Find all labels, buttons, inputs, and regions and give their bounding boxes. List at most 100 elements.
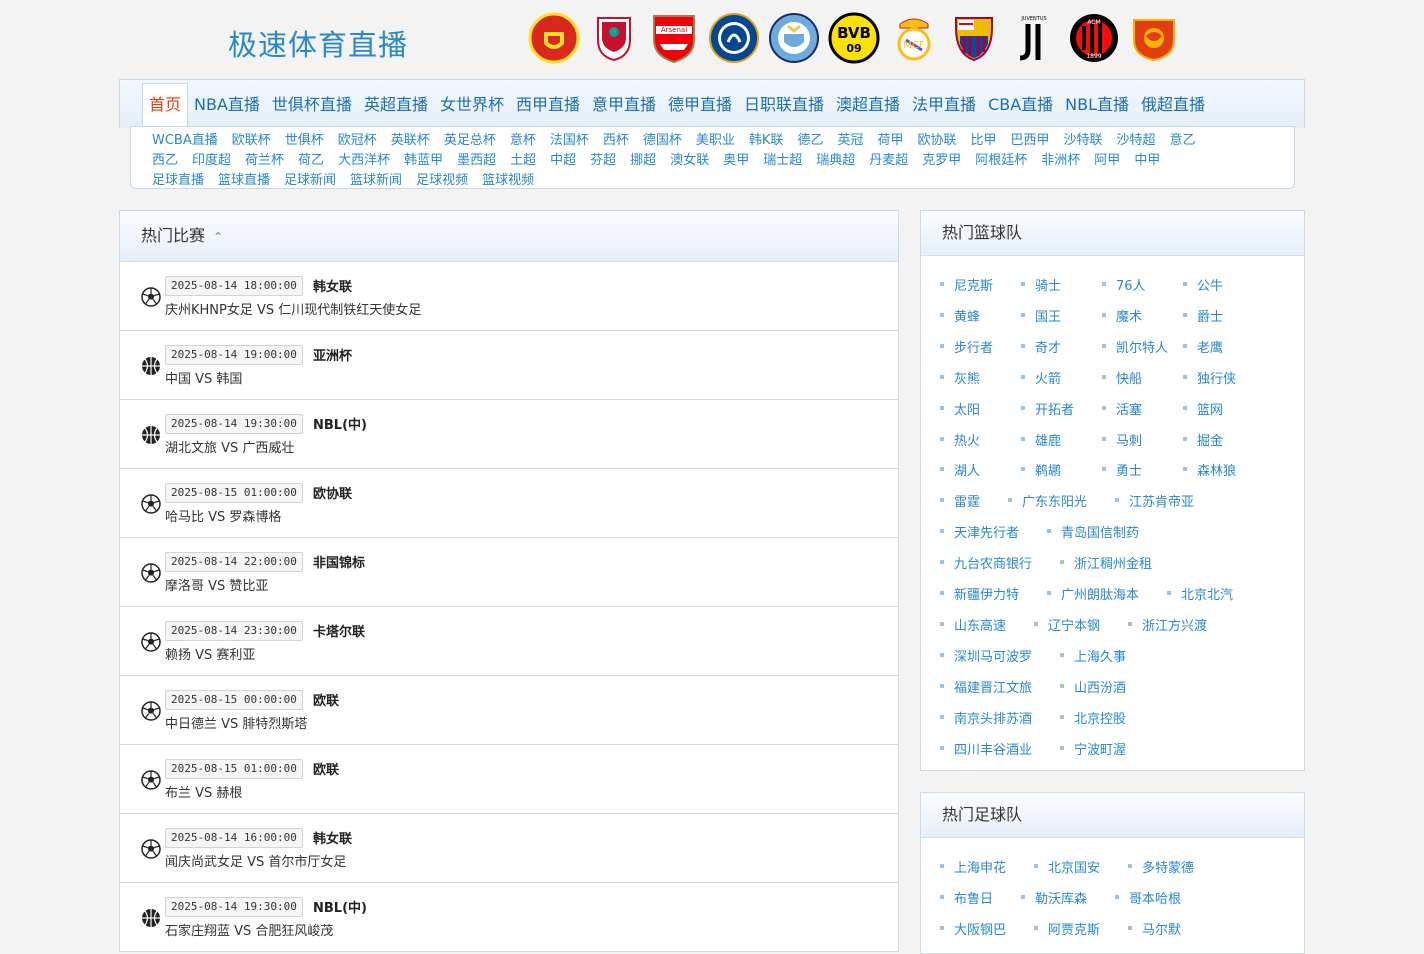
nav-sub-link[interactable]: 足球视频: [416, 169, 468, 188]
team-link[interactable]: 深圳马可波罗: [940, 646, 1032, 665]
nav-item[interactable]: 首页: [142, 83, 189, 128]
team-link[interactable]: 灰熊: [940, 368, 980, 387]
match-teams[interactable]: 布兰 VS 赫根: [165, 782, 242, 801]
juventus-logo[interactable]: JUVENTUS: [1007, 11, 1061, 65]
match-row[interactable]: 2025-08-15 01:00:00 欧协联 哈马比 VS 罗森博格: [120, 469, 898, 538]
nav-item[interactable]: 世俱杯直播: [266, 84, 358, 126]
team-link[interactable]: 雄鹿: [1021, 430, 1061, 449]
team-link[interactable]: 上海申花: [940, 857, 1006, 876]
nav-sub-link[interactable]: 墨西超: [457, 149, 496, 168]
nav-sub-link[interactable]: 中甲: [1134, 149, 1160, 168]
team-link[interactable]: 南京头排苏酒: [940, 708, 1032, 727]
team-link[interactable]: 热火: [940, 430, 980, 449]
match-teams[interactable]: 石家庄翔蓝 VS 合肥狂风峻茂: [165, 920, 333, 939]
nav-sub-link[interactable]: 篮球新闻: [350, 169, 402, 188]
team-link[interactable]: 鹈鹕: [1021, 460, 1061, 479]
team-link[interactable]: 浙江方兴渡: [1128, 615, 1207, 634]
nav-sub-link[interactable]: 土超: [510, 149, 536, 168]
team-link[interactable]: 森林狼: [1183, 460, 1236, 479]
team-link[interactable]: 青岛国信制药: [1047, 522, 1139, 541]
match-row[interactable]: 2025-08-14 19:30:00 NBL(中) 湖北文旅 VS 广西威壮: [120, 400, 898, 469]
match-row[interactable]: 2025-08-14 19:00:00 亚洲杯 中国 VS 韩国: [120, 331, 898, 400]
team-link[interactable]: 火箭: [1021, 368, 1061, 387]
team-link[interactable]: 尼克斯: [940, 275, 993, 294]
team-link[interactable]: 步行者: [940, 337, 993, 356]
team-link[interactable]: 快船: [1102, 368, 1142, 387]
team-link[interactable]: 北京北汽: [1167, 584, 1233, 603]
team-link[interactable]: 掘金: [1183, 430, 1223, 449]
match-teams[interactable]: 哈马比 VS 罗森博格: [165, 506, 281, 525]
nav-item[interactable]: 澳超直播: [830, 84, 906, 126]
team-link[interactable]: 江苏肯帝亚: [1115, 491, 1194, 510]
nav-sub-link[interactable]: 克罗甲: [922, 149, 961, 168]
match-teams[interactable]: 中国 VS 韩国: [165, 368, 242, 387]
nav-item[interactable]: 俄超直播: [1135, 84, 1211, 126]
nav-sub-link[interactable]: 英足总杯: [444, 129, 496, 148]
match-teams[interactable]: 湖北文旅 VS 广西威壮: [165, 437, 294, 456]
manchester-city-logo[interactable]: [767, 11, 821, 65]
nav-sub-link[interactable]: 德乙: [797, 129, 823, 148]
nav-item[interactable]: 英超直播: [358, 84, 434, 126]
team-link[interactable]: 广东东阳光: [1008, 491, 1087, 510]
team-link[interactable]: 太阳: [940, 399, 980, 418]
nav-sub-link[interactable]: 巴西甲: [1011, 129, 1050, 148]
chelsea-logo[interactable]: [707, 11, 761, 65]
match-teams[interactable]: 中日德兰 VS 腓特烈斯塔: [165, 713, 307, 732]
team-link[interactable]: 辽宁本钢: [1034, 615, 1100, 634]
team-link[interactable]: 魔术: [1102, 306, 1142, 325]
nav-sub-link[interactable]: 西乙: [152, 149, 178, 168]
nav-sub-link[interactable]: 丹麦超: [869, 149, 908, 168]
nav-sub-link[interactable]: 芬超: [590, 149, 616, 168]
nav-sub-link[interactable]: 篮球视频: [482, 169, 534, 188]
nav-sub-link[interactable]: 奥甲: [723, 149, 749, 168]
team-link[interactable]: 福建晋江文旅: [940, 677, 1032, 696]
nav-item[interactable]: CBA直播: [982, 84, 1059, 126]
team-link[interactable]: 篮网: [1183, 399, 1223, 418]
team-link[interactable]: 凯尔特人: [1102, 337, 1168, 356]
nav-sub-link[interactable]: 欧冠杯: [338, 129, 377, 148]
nav-sub-link[interactable]: 欧联杯: [232, 129, 271, 148]
site-title[interactable]: 极速体育直播: [228, 22, 408, 64]
nav-sub-link[interactable]: 篮球直播: [218, 169, 270, 188]
nav-sub-link[interactable]: 法国杯: [550, 129, 589, 148]
team-link[interactable]: 浙江稠州金租: [1060, 553, 1152, 572]
match-row[interactable]: 2025-08-14 18:00:00 韩女联 庆州KHNP女足 VS 仁川现代制铁…: [120, 262, 898, 331]
nav-sub-link[interactable]: 意乙: [1170, 129, 1196, 148]
team-link[interactable]: 上海久事: [1060, 646, 1126, 665]
nav-sub-link[interactable]: 意杯: [510, 129, 536, 148]
team-link[interactable]: 山东高速: [940, 615, 1006, 634]
nav-sub-link[interactable]: 西杯: [603, 129, 629, 148]
team-link[interactable]: 多特蒙德: [1128, 857, 1194, 876]
team-link[interactable]: 开拓者: [1021, 399, 1074, 418]
nav-sub-link[interactable]: 欧协联: [917, 129, 956, 148]
team-link[interactable]: 北京国安: [1034, 857, 1100, 876]
nav-sub-link[interactable]: 韩蓝甲: [404, 149, 443, 168]
team-link[interactable]: 大阪钢巴: [940, 919, 1006, 938]
team-link[interactable]: 勒沃库森: [1021, 888, 1087, 907]
match-row[interactable]: 2025-08-14 16:00:00 韩女联 闻庆尚武女足 VS 首尔市厅女足: [120, 814, 898, 883]
guangzhou-logo[interactable]: [1127, 11, 1181, 65]
nav-sub-link[interactable]: 足球直播: [152, 169, 204, 188]
nav-sub-link[interactable]: 比甲: [971, 129, 997, 148]
real-madrid-logo[interactable]: MCF: [887, 11, 941, 65]
nav-sub-link[interactable]: 足球新闻: [284, 169, 336, 188]
nav-sub-link[interactable]: 世俱杯: [285, 129, 324, 148]
nav-sub-link[interactable]: 中超: [550, 149, 576, 168]
match-row[interactable]: 2025-08-15 01:00:00 欧联 布兰 VS 赫根: [120, 745, 898, 814]
team-link[interactable]: 山西汾酒: [1060, 677, 1126, 696]
team-link[interactable]: 马尔默: [1128, 919, 1181, 938]
nav-sub-link[interactable]: 沙特联: [1064, 129, 1103, 148]
liverpool-logo[interactable]: [587, 11, 641, 65]
nav-sub-link[interactable]: 沙特超: [1117, 129, 1156, 148]
team-link[interactable]: 布鲁日: [940, 888, 993, 907]
team-link[interactable]: 新疆伊力特: [940, 584, 1019, 603]
team-link[interactable]: 九台农商银行: [940, 553, 1032, 572]
nav-sub-link[interactable]: 德国杯: [643, 129, 682, 148]
manchester-united-logo[interactable]: [527, 11, 581, 65]
nav-item[interactable]: 女世界杯: [434, 84, 510, 126]
team-link[interactable]: 哥本哈根: [1115, 888, 1181, 907]
team-link[interactable]: 活塞: [1102, 399, 1142, 418]
nav-item[interactable]: NBL直播: [1059, 84, 1135, 126]
nav-sub-link[interactable]: 英冠: [837, 129, 863, 148]
nav-item[interactable]: 法甲直播: [906, 84, 982, 126]
